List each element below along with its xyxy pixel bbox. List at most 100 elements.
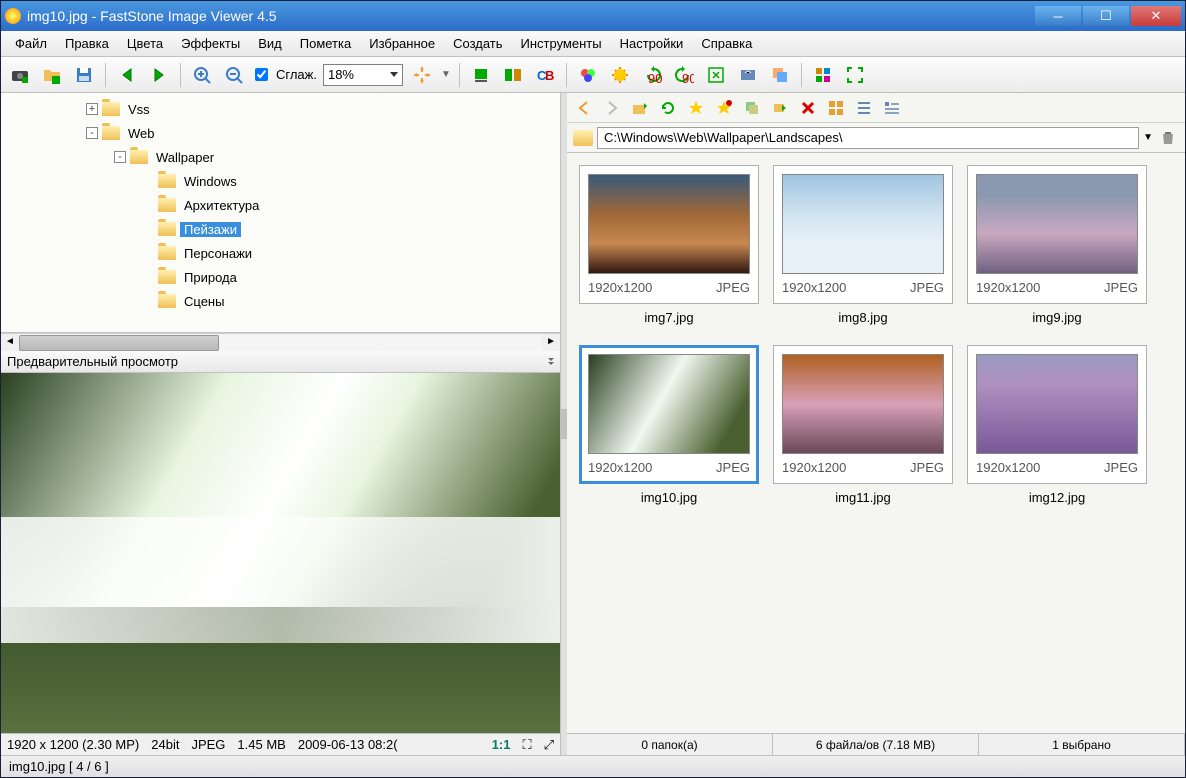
folder-icon	[573, 130, 593, 146]
text-button[interactable]: CB	[532, 62, 558, 88]
tree-item[interactable]: Windows	[86, 169, 560, 193]
preview-pane[interactable]	[1, 373, 560, 733]
left-panel: +Vss-Web-WallpaperWindowsАрхитектураПейз…	[1, 93, 561, 755]
tree-item[interactable]: Природа	[86, 265, 560, 289]
back-button[interactable]	[114, 62, 140, 88]
one-to-one-icon[interactable]: 1:1	[492, 737, 511, 752]
view-list-button[interactable]	[853, 97, 875, 119]
nav-forward-button[interactable]	[601, 97, 623, 119]
nav-favorites-button[interactable]	[685, 97, 707, 119]
tree-item[interactable]: Сцены	[86, 289, 560, 313]
menubar: ФайлПравкаЦветаЭффектыВидПометкаИзбранно…	[1, 31, 1185, 57]
thumbnail-item[interactable]: 1920x1200JPEGimg9.jpg	[967, 165, 1147, 325]
thumbnail-item[interactable]: 1920x1200JPEGimg8.jpg	[773, 165, 953, 325]
thumbnail-item[interactable]: 1920x1200JPEGimg7.jpg	[579, 165, 759, 325]
resize-button[interactable]	[703, 62, 729, 88]
thumbnail-item[interactable]: 1920x1200JPEGimg11.jpg	[773, 345, 953, 505]
menu-создать[interactable]: Создать	[445, 32, 510, 55]
settings-button[interactable]	[810, 62, 836, 88]
smooth-label: Сглаж.	[276, 67, 317, 82]
preview-statusbar: 1920 x 1200 (2.30 MP) 24bit JPEG 1.45 MB…	[1, 733, 560, 755]
expand-icon[interactable]: ⤢	[544, 737, 554, 753]
statusbar: img10.jpg [ 4 / 6 ]	[1, 755, 1185, 777]
tree-item[interactable]: Архитектура	[86, 193, 560, 217]
right-statusbar: 0 папок(а) 6 файла/ов (7.18 MB) 1 выбран…	[567, 733, 1185, 755]
view-detail-button[interactable]	[881, 97, 903, 119]
stat-selected: 1 выбрано	[979, 734, 1185, 755]
tree-scrollbar[interactable]: ◄ ►	[1, 333, 560, 351]
fullscreen-button[interactable]	[842, 62, 868, 88]
menu-вид[interactable]: Вид	[250, 32, 290, 55]
nav-copy-button[interactable]	[741, 97, 763, 119]
tree-item[interactable]: Персонажи	[86, 241, 560, 265]
stat-files: 6 файла/ов (7.18 MB)	[773, 734, 979, 755]
slideshow-button[interactable]	[468, 62, 494, 88]
path-input[interactable]: C:\Windows\Web\Wallpaper\Landscapes\	[597, 127, 1139, 149]
maximize-button[interactable]: ☐	[1083, 6, 1129, 26]
path-bar: C:\Windows\Web\Wallpaper\Landscapes\ ▼	[567, 123, 1185, 153]
svg-text:90: 90	[648, 71, 662, 85]
minimize-button[interactable]: ─	[1035, 6, 1081, 26]
menu-эффекты[interactable]: Эффекты	[173, 32, 248, 55]
titlebar[interactable]: img10.jpg - FastStone Image Viewer 4.5 ─…	[1, 1, 1185, 31]
zoom-combo[interactable]: 18%	[323, 64, 403, 86]
fit-icon[interactable]: ⛶	[522, 737, 531, 753]
svg-text:90: 90	[682, 71, 694, 85]
nav-back-button[interactable]	[573, 97, 595, 119]
tree-item[interactable]: +Vss	[86, 97, 560, 121]
status-text: img10.jpg [ 4 / 6 ]	[9, 759, 109, 774]
nav-toolbar	[567, 93, 1185, 123]
main-toolbar: Сглаж. 18% ▼ CB 90 90	[1, 57, 1185, 93]
menu-справка[interactable]: Справка	[693, 32, 760, 55]
effects-button[interactable]	[607, 62, 633, 88]
preview-image	[1, 373, 560, 733]
rotate-left-button[interactable]: 90	[639, 62, 665, 88]
view-thumb-button[interactable]	[825, 97, 847, 119]
open-button[interactable]	[39, 62, 65, 88]
thumbnail-item[interactable]: 1920x1200JPEGimg10.jpg	[579, 345, 759, 505]
zoom-in-button[interactable]	[189, 62, 215, 88]
rotate-right-button[interactable]: 90	[671, 62, 697, 88]
menu-цвета[interactable]: Цвета	[119, 32, 171, 55]
color-button[interactable]	[575, 62, 601, 88]
preview-header: Предварительный просмотр	[1, 351, 560, 373]
menu-пометка[interactable]: Пометка	[292, 32, 359, 55]
preview-date: 2009-06-13 08:2(	[298, 737, 398, 752]
pan-button[interactable]	[409, 62, 435, 88]
crop-button[interactable]	[735, 62, 761, 88]
menu-файл[interactable]: Файл	[7, 32, 55, 55]
save-button[interactable]	[71, 62, 97, 88]
nav-move-button[interactable]	[769, 97, 791, 119]
right-panel: C:\Windows\Web\Wallpaper\Landscapes\ ▼ 1…	[567, 93, 1185, 755]
tree-item[interactable]: -Web	[86, 121, 560, 145]
acquire-button[interactable]	[7, 62, 33, 88]
preview-dim: 1920 x 1200 (2.30 MP)	[7, 737, 139, 752]
preview-format: JPEG	[191, 737, 225, 752]
trash-button[interactable]	[1157, 127, 1179, 149]
nav-addfav-button[interactable]	[713, 97, 735, 119]
zoom-out-button[interactable]	[221, 62, 247, 88]
menu-инструменты[interactable]: Инструменты	[513, 32, 610, 55]
nav-up-button[interactable]	[629, 97, 651, 119]
preview-title: Предварительный просмотр	[7, 354, 178, 369]
thumbnail-view[interactable]: 1920x1200JPEGimg7.jpg1920x1200JPEGimg8.j…	[567, 153, 1185, 733]
menu-настройки[interactable]: Настройки	[612, 32, 692, 55]
folder-tree[interactable]: +Vss-Web-WallpaperWindowsАрхитектураПейз…	[1, 93, 560, 333]
menu-избранное[interactable]: Избранное	[361, 32, 443, 55]
compare-button[interactable]	[500, 62, 526, 88]
thumbnail-item[interactable]: 1920x1200JPEGimg12.jpg	[967, 345, 1147, 505]
menu-правка[interactable]: Правка	[57, 32, 117, 55]
tree-item[interactable]: Пейзажи	[86, 217, 560, 241]
tree-item[interactable]: -Wallpaper	[86, 145, 560, 169]
forward-button[interactable]	[146, 62, 172, 88]
splitter[interactable]	[561, 93, 567, 755]
nav-refresh-button[interactable]	[657, 97, 679, 119]
nav-delete-button[interactable]	[797, 97, 819, 119]
clone-button[interactable]	[767, 62, 793, 88]
path-dropdown-icon[interactable]: ▼	[1143, 132, 1153, 143]
smooth-checkbox[interactable]	[255, 68, 268, 81]
close-button[interactable]: ✕	[1131, 6, 1181, 26]
collapse-icon[interactable]	[548, 358, 554, 365]
app-icon	[5, 8, 21, 24]
svg-text:B: B	[545, 68, 554, 83]
